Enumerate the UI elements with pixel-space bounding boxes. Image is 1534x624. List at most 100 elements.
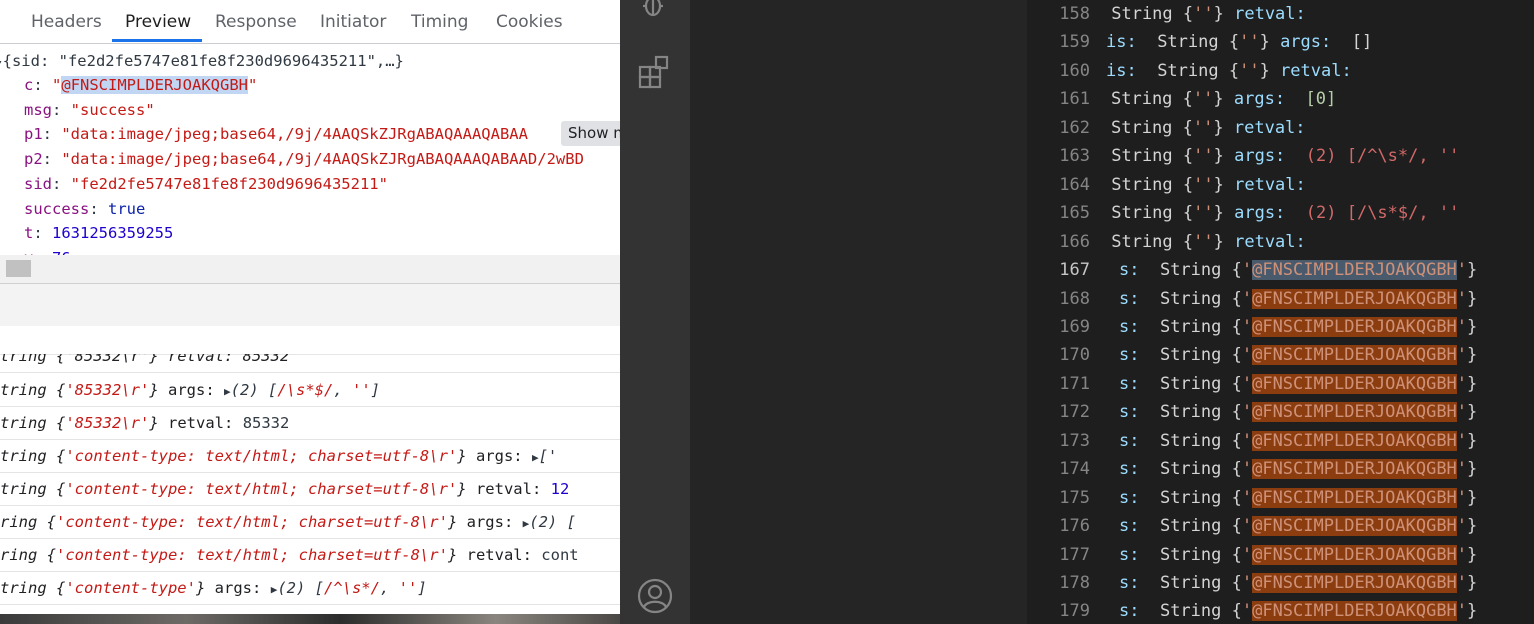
console-string-value: 'content-type: text/html; charset=utf-8\… [65, 480, 458, 498]
scrollbar-thumb[interactable] [6, 260, 31, 277]
code-prefix: String {' [1111, 89, 1204, 110]
console-string-object: tring {'content-type: text/html; charset… [0, 480, 467, 498]
editor-line[interactable]: 170 s: String {'@FNSCIMPLDERJOAKQGBH'} [1027, 341, 1534, 370]
expand-triangle-icon[interactable]: ▶ [224, 385, 231, 398]
editor-line[interactable]: 167 s: String {'@FNSCIMPLDERJOAKQGBH'} [1027, 256, 1534, 285]
editor-line[interactable]: 177 s: String {'@FNSCIMPLDERJOAKQGBH'} [1027, 541, 1534, 570]
editor-line[interactable]: 173 s: String {'@FNSCIMPLDERJOAKQGBH'} [1027, 427, 1534, 456]
line-number: 173 [1059, 430, 1090, 451]
extensions-icon[interactable] [637, 54, 673, 90]
json-row-c[interactable]: c: "@FNSCIMPLDERJOAKQGBH" [24, 73, 257, 97]
code-editor[interactable]: 158 String {''} retval: 159 is: String {''… [1027, 0, 1534, 624]
json-row-sid[interactable]: sid: "fe2d2fe5747e81fe8f230d9696435211" [24, 172, 388, 196]
tab-cookies[interactable]: Cookies [496, 0, 563, 43]
code-text: String {''} retval: [1101, 171, 1306, 200]
json-row-v[interactable]: v: 76 [24, 246, 71, 255]
expand-triangle-icon[interactable]: ▶ [532, 451, 539, 464]
editor-line[interactable]: 169 s: String {'@FNSCIMPLDERJOAKQGBH'} [1027, 313, 1534, 342]
editor-line[interactable]: 158 String {''} retval: [1027, 0, 1534, 29]
editor-line[interactable]: 174 s: String {'@FNSCIMPLDERJOAKQGBH'} [1027, 455, 1534, 484]
code-prefix: String {' [1101, 174, 1204, 195]
console-string-value: 'content-type' [65, 579, 196, 597]
json-row-t[interactable]: t: 1631256359255 [24, 221, 173, 245]
json-row-p2[interactable]: p2: "data:image/jpeg;base64,/9j/4AAQSkZJ… [24, 147, 584, 171]
console-string-object: tring {'content-type: text/html; charset… [0, 447, 467, 465]
debug-icon[interactable] [637, 0, 673, 24]
panel-divider [0, 283, 620, 327]
console-value: 85332 [242, 414, 290, 432]
json-root-summary[interactable]: ▾{sid: "fe2d2fe5747e81fe8f230d9696435211… [0, 49, 404, 73]
line-number: 163 [1059, 146, 1090, 167]
code-suffix: '} [1456, 487, 1478, 508]
json-row-success[interactable]: success: true [24, 197, 145, 221]
editor-line[interactable]: 161 String {''} args: [0] [1027, 85, 1534, 114]
code-prefix: String {' [1101, 146, 1204, 167]
code-args: [0] [1305, 89, 1337, 110]
json-colon: : [42, 125, 62, 144]
line-number: 176 [1059, 516, 1090, 537]
editor-line[interactable]: 166 String {''} retval: [1027, 228, 1534, 257]
tab-response[interactable]: Response [215, 0, 297, 43]
tab-preview[interactable]: Preview [125, 0, 191, 43]
code-suffix: '} args: [1203, 89, 1286, 110]
editor-line[interactable]: 162 String {''} retval: [1027, 114, 1534, 143]
tab-headers[interactable]: Headers [31, 0, 102, 43]
tab-timing[interactable]: Timing [411, 0, 468, 43]
editor-line[interactable]: 171 s: String {'@FNSCIMPLDERJOAKQGBH'} [1027, 370, 1534, 399]
console-log: tring {'85332\r'} retval: 85332 tring {'8… [0, 354, 620, 614]
console-prefix: tring { [0, 447, 66, 465]
json-colon: : [33, 76, 53, 94]
line-number: 161 [1059, 89, 1090, 110]
code-suffix: '} [1456, 373, 1478, 394]
editor-line[interactable]: 178 s: String {'@FNSCIMPLDERJOAKQGBH'} [1027, 569, 1534, 598]
console-message[interactable]: tring {'content-type'} args: ▶(2) [/^\s*… [0, 572, 620, 605]
editor-line[interactable]: 165 String {''} args: (2) [/\s*$/, '' [1027, 199, 1534, 228]
console-message[interactable]: tring {'content-type: text/html; charset… [0, 440, 620, 473]
search-match-highlight: @FNSCIMPLDERJOAKQGBH [1252, 345, 1457, 366]
editor-line[interactable]: 160 is: String {''} retval: [1027, 57, 1534, 86]
search-match-highlight: @FNSCIMPLDERJOAKQGBH [1252, 601, 1457, 622]
code-suffix: '} args: [1249, 32, 1332, 53]
code-prefix: is: String {' [1106, 60, 1250, 81]
editor-line[interactable]: 163 String {''} args: (2) [/^\s*/, '' [1027, 142, 1534, 171]
tab-initiator[interactable]: Initiator [320, 0, 386, 43]
array-regex: /^\s*/ [323, 579, 380, 597]
console-filter-row[interactable] [0, 326, 620, 355]
code-suffix: '} [1456, 260, 1478, 281]
editor-line[interactable]: 168 s: String {'@FNSCIMPLDERJOAKQGBH'} [1027, 285, 1534, 314]
line-number: 169 [1059, 316, 1090, 337]
search-match-highlight: @FNSCIMPLDERJOAKQGBH [1252, 459, 1457, 480]
editor-line[interactable]: 172 s: String {'@FNSCIMPLDERJOAKQGBH'} [1027, 398, 1534, 427]
code-suffix: '} [1456, 544, 1478, 565]
console-array-preview: (2) [ [529, 513, 576, 531]
array-open: (2) [ [277, 579, 324, 597]
editor-line[interactable]: 164 String {''} retval: [1027, 171, 1534, 200]
search-match-highlight: @FNSCIMPLDERJOAKQGBH [1252, 544, 1457, 565]
code-suffix: '} [1456, 345, 1478, 366]
code-suffix: '} [1456, 601, 1478, 622]
account-icon[interactable] [637, 578, 673, 614]
code-text: s: String {'@FNSCIMPLDERJOAKQGBH'} [1119, 484, 1477, 513]
editor-line[interactable]: 179 s: String {'@FNSCIMPLDERJOAKQGBH'} [1027, 597, 1534, 624]
console-message[interactable]: ring {'content-type: text/html; charset=… [0, 506, 620, 539]
console-label: args: [168, 381, 215, 399]
console-brace: } [457, 447, 467, 465]
editor-vertical-scrollbar[interactable] [1527, 0, 1534, 624]
horizontal-scrollbar[interactable] [0, 255, 620, 283]
editor-line[interactable]: 176 s: String {'@FNSCIMPLDERJOAKQGBH'} [1027, 512, 1534, 541]
console-message[interactable]: ring {'content-type: text/html; charset=… [0, 539, 620, 572]
console-prefix: tring { [0, 480, 66, 498]
console-message[interactable]: tring {'85332\r'} retval: 85332 [0, 407, 620, 440]
console-message[interactable]: tring {'85332\r'} args: ▶(2) [/\s*$/, ''… [0, 374, 620, 407]
json-row-msg[interactable]: msg: "success" [24, 98, 155, 122]
json-row-p1[interactable]: p1: "data:image/jpeg;base64,/9j/4AAQSkZJ… [24, 122, 528, 146]
editor-line[interactable]: 159 is: String {''} args: [] [1027, 28, 1534, 57]
array-close: ] [370, 381, 381, 399]
console-message[interactable]: tring {'85332\r'} retval: 85332 [0, 354, 620, 373]
console-message[interactable]: tring {'content-type: text/html; charset… [0, 473, 620, 506]
show-more-button[interactable]: Show more [561, 121, 620, 146]
code-args: (2) [/\s*$/, '' [1305, 203, 1460, 224]
editor-line[interactable]: 175 s: String {'@FNSCIMPLDERJOAKQGBH'} [1027, 484, 1534, 513]
line-number: 168 [1059, 288, 1090, 309]
console-string-value: '85332\r' [65, 381, 150, 399]
